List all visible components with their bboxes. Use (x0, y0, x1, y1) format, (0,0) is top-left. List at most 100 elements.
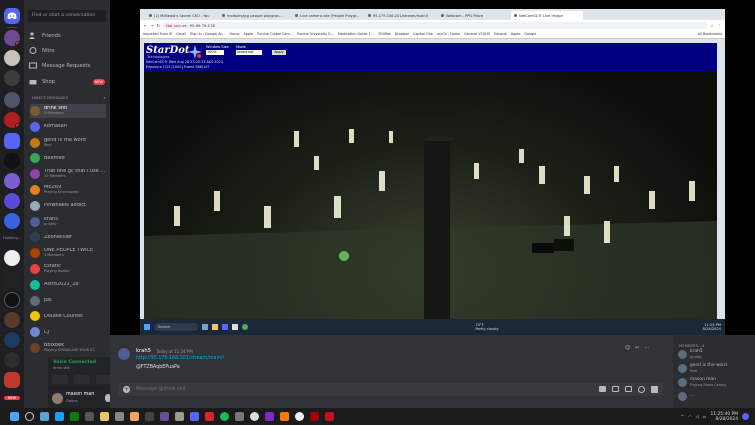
windows-start-icon[interactable] (10, 412, 19, 421)
nav-nitro[interactable]: Nitro (29, 44, 105, 57)
server-icon[interactable] (4, 50, 20, 66)
discord-icon[interactable] (190, 412, 199, 421)
dm-item[interactable]: gend is the word Reel (30, 136, 106, 150)
dm-item[interactable]: Astro2021_28 (30, 278, 106, 292)
app-icon[interactable] (325, 412, 334, 421)
member-item[interactable]: ... (678, 392, 694, 401)
back-icon[interactable]: ← (144, 23, 147, 28)
bookmark-item[interactable]: Purdue Global Cam... (257, 32, 293, 36)
gif-icon[interactable] (612, 386, 619, 392)
server-icon[interactable] (4, 70, 20, 86)
battery-icon[interactable]: ▭ (703, 414, 707, 419)
dm-item[interactable]: CJ (30, 325, 106, 339)
reload-icon[interactable]: ↻ (157, 23, 160, 28)
sticker-icon[interactable] (625, 386, 632, 392)
folder-icon[interactable] (212, 324, 218, 330)
server-icon[interactable] (4, 173, 20, 189)
chrome-icon[interactable] (242, 324, 248, 330)
nav-message-requests[interactable]: Message Requests (29, 59, 105, 72)
app-icon[interactable] (160, 412, 169, 421)
bookmark-item[interactable]: Apple (511, 32, 521, 36)
bookmark-item[interactable]: Imported From IE (143, 32, 172, 36)
app-icon[interactable] (310, 412, 319, 421)
gift-icon[interactable] (599, 386, 606, 392)
server-icon[interactable] (4, 30, 20, 46)
bookmark-item[interactable]: myCK - Home (437, 32, 460, 36)
browser-tab[interactable]: NetCamSC® Live Image (511, 11, 583, 20)
member-item[interactable]: gend is the word Reel (678, 363, 727, 373)
dm-item[interactable]: Komasan (30, 120, 106, 134)
nav-friends[interactable]: Friends (29, 29, 105, 42)
forward-icon[interactable]: → (150, 23, 153, 28)
file-explorer-icon[interactable] (100, 412, 109, 421)
app-icon[interactable] (232, 324, 238, 330)
avatar[interactable] (118, 348, 130, 360)
app-icon[interactable] (175, 412, 184, 421)
apply-button[interactable]: Apply (272, 50, 286, 55)
app-icon[interactable] (205, 412, 214, 421)
xbox-icon[interactable] (70, 412, 79, 421)
server-icon[interactable] (4, 112, 20, 128)
bookmark-item[interactable]: Geneva VCVHS (464, 32, 490, 36)
steam-icon[interactable] (55, 412, 64, 421)
bookmark-item[interactable]: Medication Guide | ... (338, 32, 374, 36)
server-icon[interactable] (4, 332, 20, 348)
window-size-select[interactable]: 100% (206, 50, 224, 55)
dm-item[interactable]: ONE PEOPLE TWICE 3 Members (30, 246, 106, 260)
dm-item[interactable]: krah5 gruddy (30, 215, 106, 229)
dm-item[interactable]: Bbixbek Playing SHOWCASE YOUR ST... (30, 341, 106, 355)
bookmark-item[interactable]: Sign in - Google Ac... (190, 32, 225, 36)
app-icon[interactable] (280, 412, 289, 421)
screenshare-button[interactable] (74, 375, 90, 384)
apps-icon[interactable] (651, 386, 658, 393)
bookmark-item[interactable]: Google (524, 32, 536, 36)
bookmark-item[interactable]: Purdue University G... (297, 32, 334, 36)
wifi-icon[interactable]: ◠ (688, 414, 692, 419)
server-icon[interactable] (4, 272, 20, 288)
more-icon[interactable]: ⋯ (644, 345, 649, 351)
search-input[interactable]: Search (154, 323, 198, 331)
server-icon[interactable] (4, 292, 20, 308)
dm-item[interactable]: That one gc that i use ... 10 Members (30, 167, 106, 181)
reply-icon[interactable]: ↩ (635, 345, 639, 351)
folder-icon[interactable] (4, 133, 20, 149)
app-icon[interactable] (295, 412, 304, 421)
browser-tab[interactable]: 95.179.156.201/stream/main/l (365, 11, 437, 20)
app-icon[interactable] (85, 412, 94, 421)
notification-icon[interactable] (742, 413, 749, 420)
app-icon[interactable] (115, 412, 124, 421)
star-icon[interactable]: ☆ (710, 23, 714, 28)
message-author[interactable]: krah5 (136, 348, 151, 354)
all-bookmarks-button[interactable]: All Bookmarks (698, 32, 722, 36)
browser-tab[interactable]: (2) McBeast's Secret CEO - You (146, 11, 218, 20)
discord-icon[interactable] (222, 324, 228, 330)
volume-icon[interactable]: ◁ (696, 414, 699, 419)
tray-chevron-icon[interactable]: ^ (681, 414, 684, 419)
attach-icon[interactable]: + (123, 386, 130, 393)
bookmark-item[interactable]: Dropbox (395, 32, 409, 36)
server-icon[interactable] (4, 213, 20, 229)
emoji-icon[interactable] (638, 386, 645, 393)
add-reaction-icon[interactable]: ☺ (625, 345, 630, 351)
app-icon[interactable] (265, 412, 274, 421)
bookmark-item[interactable]: Gmail (176, 32, 186, 36)
bookmark-item[interactable]: Apple (243, 32, 253, 36)
browser-tab[interactable]: Webcam - PPG Place (438, 11, 510, 20)
dm-item[interactable]: Zbonekiller (30, 230, 106, 244)
browser-tab[interactable]: modules/jpg people playgrou... (219, 11, 291, 20)
chrome-icon[interactable] (250, 412, 259, 421)
dm-item[interactable]: Estatic Playing Roblox (30, 262, 106, 276)
search-icon[interactable] (25, 412, 34, 421)
dm-item[interactable]: Beemed (30, 151, 106, 165)
mode-select[interactable]: Javascript (236, 50, 262, 55)
dm-item[interactable]: pal (30, 294, 106, 308)
server-icon[interactable] (4, 352, 20, 368)
bookmark-item[interactable]: YOURet (378, 32, 391, 36)
app-icon[interactable] (145, 412, 154, 421)
dm-item[interactable]: Pinwheels addict (30, 199, 106, 213)
avatar[interactable] (52, 393, 63, 404)
omnibox[interactable]: Not secure 95.69.79.178 (163, 21, 708, 29)
windows-start-icon[interactable] (144, 324, 150, 330)
server-icon[interactable] (4, 250, 20, 266)
camera-button[interactable] (52, 375, 68, 384)
